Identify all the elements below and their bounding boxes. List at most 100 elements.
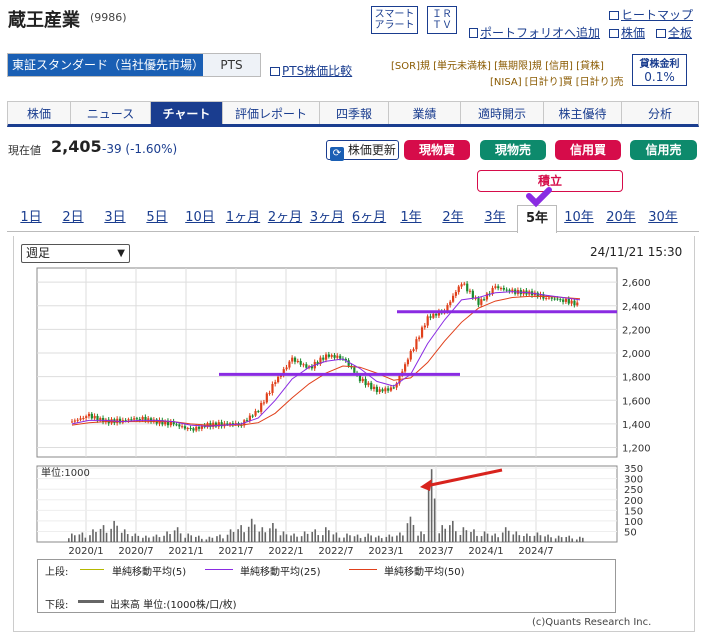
candle-body [274,382,277,384]
volume-bar [243,532,245,542]
volume-bar [364,536,366,542]
candle-body [327,354,331,357]
volume-bar [317,535,320,542]
volume-bar [533,535,536,542]
volume-bar [173,530,176,542]
volume-bar [264,532,267,542]
candle-body [364,378,367,386]
volume-bar [325,527,327,542]
legend-ma5-swatch [80,569,104,570]
candle-body [138,419,141,421]
volume-bar [269,528,271,542]
volume-bar [374,537,377,542]
candle-body [245,420,249,422]
volume-bar [356,534,359,542]
candle-body [296,360,299,362]
volume-bar [380,538,383,542]
candle-body [570,300,573,304]
volume-bar [169,534,171,542]
candle-body [186,428,189,430]
candle-body [198,426,201,429]
x-tick-label: 2024/1 [468,546,503,557]
volume-unit-label: 単位:1000 [41,466,90,479]
volume-bar [388,534,391,542]
candle-body [381,389,384,392]
volume-bar [226,534,229,542]
candle-body [181,426,184,428]
volume-bar [176,527,179,542]
volume-bar [158,537,161,542]
candle-body [378,389,381,392]
volume-bar [258,531,261,542]
x-tick-label: 2023/1 [368,546,403,557]
volume-bar [349,535,351,542]
price-tick-label: 2,000 [622,349,651,360]
candle-body [499,288,503,290]
candle-body [195,426,198,431]
volume-bar [285,534,288,542]
volume-bar [385,536,388,542]
volume-bar [184,537,187,542]
candle-body [576,302,579,306]
volume-tick-label: 250 [624,485,643,496]
volume-tick-label: 300 [624,475,643,486]
volume-bar [247,526,250,542]
volume-bar [579,536,581,542]
volume-bar [68,538,70,542]
volume-bar [237,529,239,542]
candle-body [277,376,280,383]
legend-ma5-label: 単純移動平均(5) [112,567,187,578]
candle-body [370,382,373,390]
candle-body [466,283,469,292]
volume-bar [409,516,412,542]
candle-body [435,313,438,316]
volume-bar [78,534,81,542]
candle-body [265,393,268,403]
candle-body [387,388,390,391]
candle-body [353,367,356,373]
volume-bar [279,535,282,542]
candle-body [133,418,136,420]
legend-ma50-label: 単純移動平均(50) [384,567,465,578]
volume-bar [501,532,504,542]
candle-body [562,299,565,302]
volume-bar [166,531,168,542]
candle-body [564,298,568,302]
legend-upper-label: 上段: [45,567,69,578]
volume-bar [179,533,182,542]
candle-body [82,417,85,419]
volume-bar [417,535,419,542]
candle-body [251,415,254,417]
candle-body [254,411,257,416]
volume-bar [473,529,475,542]
volume-bar [444,528,447,542]
candle-body [73,420,77,422]
volume-bar [250,518,253,542]
candle-body [404,364,407,372]
volume-bar [343,537,345,542]
volume-bar [518,535,521,542]
volume-tick-label: 350 [624,464,643,475]
price-tick-label: 2,400 [622,302,651,313]
price-tick-label: 1,800 [622,373,651,384]
candle-body [96,415,99,421]
volume-bar [163,535,165,542]
candle-body [463,283,466,285]
candle-body [90,413,93,419]
x-tick-label: 2022/1 [268,546,303,557]
volume-bar [126,534,129,542]
candle-body [432,313,435,318]
candle-body [559,299,562,301]
volume-bar [370,535,372,542]
volume-bar [359,538,362,542]
volume-bar [526,533,528,542]
candle-body [127,419,130,421]
volume-bar [353,536,356,542]
candle-body [79,418,82,420]
volume-bar [81,532,84,542]
volume-bar [272,523,274,542]
candle-body [452,295,455,302]
candle-body [285,367,288,370]
x-tick-label: 2021/1 [168,546,203,557]
candle-body [85,416,88,418]
